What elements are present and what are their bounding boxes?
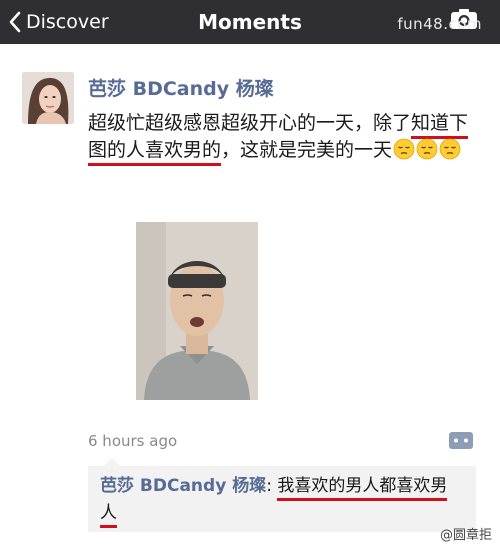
moment-post: 芭莎 BDCandy 杨璨 超级忙超级感恩超级开心的一天，除了知道下图的人喜欢男… [0,44,500,550]
avatar-portrait-icon [22,72,74,124]
comment-section: 芭莎 BDCandy 杨璨: 我喜欢的男人都喜欢男人 [88,458,476,532]
site-watermark: fun48.com [397,15,482,33]
post-author[interactable]: 芭莎 BDCandy 杨璨 [88,74,274,101]
comment-separator: : [266,476,278,496]
comment-icon[interactable] [448,430,474,452]
post-timestamp: 6 hours ago [88,432,178,450]
photo-person-image [136,222,258,400]
avatar[interactable] [22,72,74,124]
comment-item[interactable]: 芭莎 BDCandy 杨璨: 我喜欢的男人都喜欢男人 [100,473,464,528]
pensive-face-icon [416,138,438,160]
comment-author[interactable]: 芭莎 BDCandy 杨璨 [100,476,266,496]
post-text-part1: 超级忙超级感恩超级开心的一天，除了 [88,112,412,134]
navigation-bar: Discover Moments fun48.com [0,0,500,44]
pensive-face-icon [393,138,415,160]
post-body: 超级忙超级感恩超级开心的一天，除了知道下图的人喜欢男的，这就是完美的一天 [88,110,472,166]
image-watermark: @圆章拒 [439,528,492,543]
post-photo[interactable] [136,222,258,400]
pensive-face-icon [439,138,461,160]
post-text-part2: ，这就是完美的一天 [221,139,393,161]
